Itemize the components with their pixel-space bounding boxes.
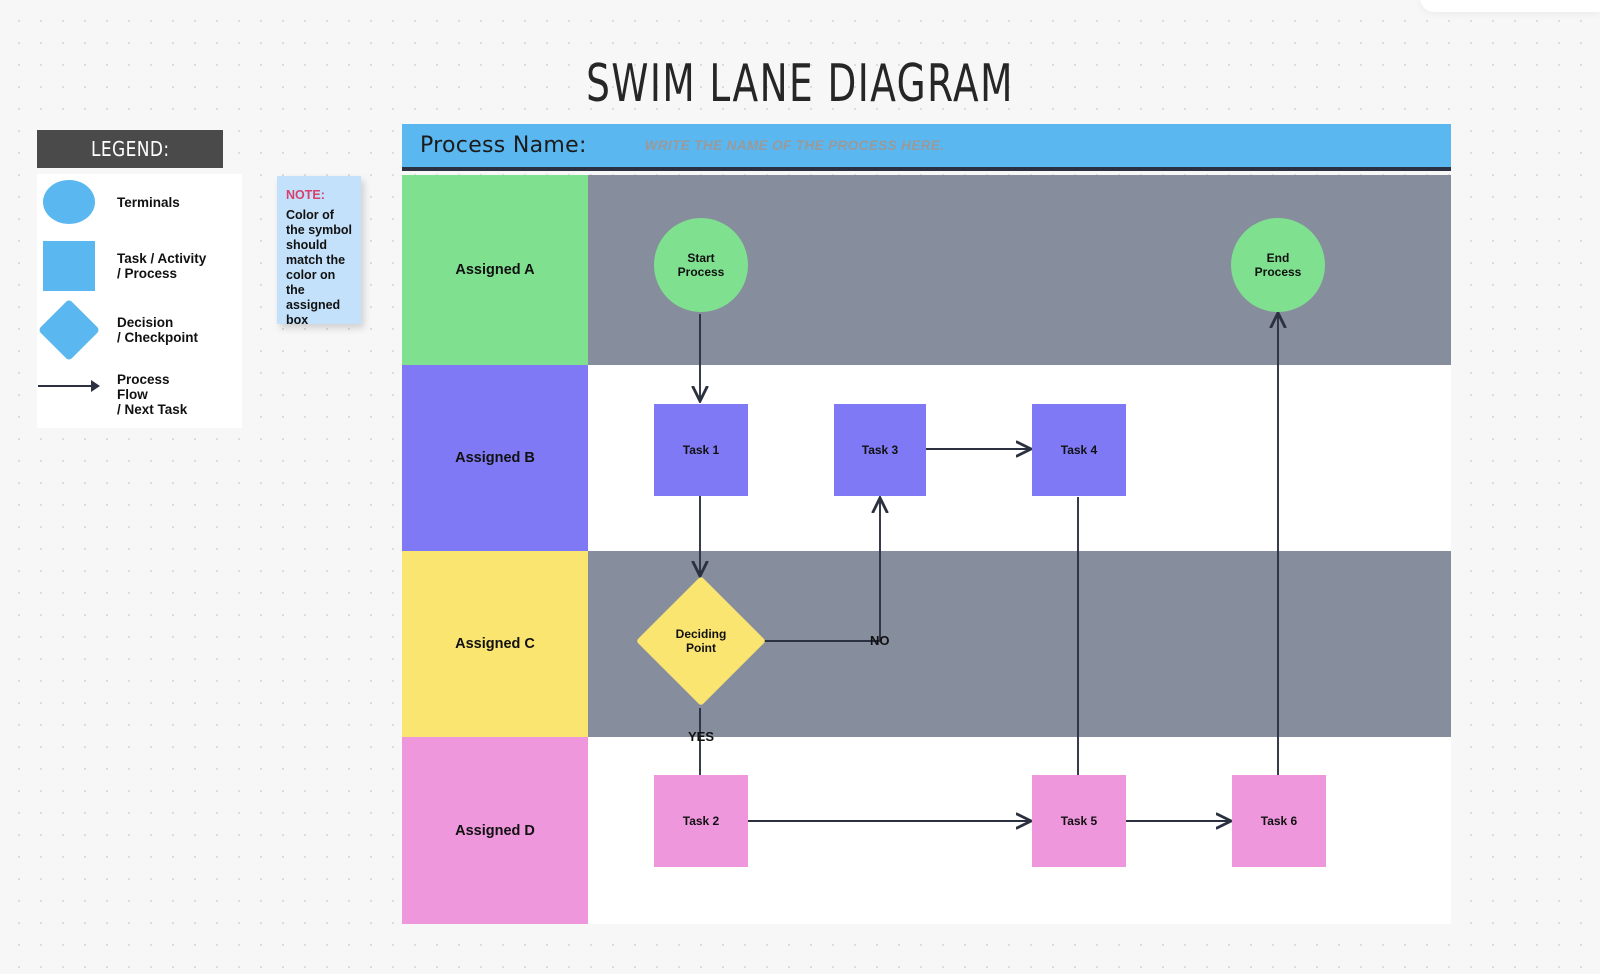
note-title: NOTE: bbox=[286, 188, 325, 202]
node-task-4[interactable]: Task 4 bbox=[1032, 404, 1126, 496]
legend-header: LEGEND: bbox=[37, 130, 223, 168]
node-task-5[interactable]: Task 5 bbox=[1032, 775, 1126, 867]
legend-label-flow-line3: / Next Task bbox=[117, 402, 188, 417]
node-start-process-line1: Start bbox=[687, 251, 715, 265]
node-task-6[interactable]: Task 6 bbox=[1232, 775, 1326, 867]
legend-item-flow: Process Flow / Next Task bbox=[37, 372, 187, 417]
legend-diamond-icon bbox=[37, 298, 101, 362]
node-task-2[interactable]: Task 2 bbox=[654, 775, 748, 867]
swimlane-diagram: Process Name: WRITE THE NAME OF THE PROC… bbox=[402, 124, 1451, 924]
legend-label-flow-line2: Flow bbox=[117, 387, 148, 402]
edge-label-yes: YES bbox=[688, 729, 715, 744]
legend-label-decision-line2: / Checkpoint bbox=[117, 330, 199, 345]
process-name-input[interactable]: WRITE THE NAME OF THE PROCESS HERE. bbox=[645, 138, 945, 153]
node-start-process[interactable]: Start Process bbox=[654, 218, 748, 312]
legend-body: Terminals Task / Activity / Process Deci… bbox=[37, 174, 242, 428]
edge-label-no: NO bbox=[870, 633, 890, 648]
node-end-process-line2: Process bbox=[1254, 265, 1302, 279]
legend-arrow-icon bbox=[37, 372, 101, 392]
note-body: Color of the symbol should match the col… bbox=[286, 208, 352, 327]
node-deciding-point-line2: Point bbox=[685, 641, 716, 655]
note-card: NOTE: Color of the symbol should match t… bbox=[277, 176, 361, 327]
page-title: SWIM LANE DIAGRAM bbox=[586, 54, 1014, 114]
legend-label-decision-line1: Decision bbox=[117, 315, 174, 330]
node-end-process-line1: End bbox=[1266, 251, 1290, 265]
flow-overlay: Start Process End Process Task 1 Task 3 … bbox=[402, 175, 1451, 924]
legend-item-task: Task / Activity / Process bbox=[37, 241, 206, 291]
node-task-3[interactable]: Task 3 bbox=[834, 404, 926, 496]
legend-rect-icon bbox=[37, 241, 101, 291]
legend-item-terminals: Terminals bbox=[37, 180, 180, 224]
legend-label-terminals: Terminals bbox=[117, 194, 180, 210]
legend-circle-icon bbox=[37, 180, 101, 224]
node-end-process[interactable]: End Process bbox=[1231, 218, 1325, 312]
node-deciding-point-line1: Deciding bbox=[675, 627, 727, 641]
node-start-process-line2: Process bbox=[677, 265, 725, 279]
legend-item-decision: Decision / Checkpoint bbox=[37, 298, 199, 362]
legend-label-flow-line1: Process bbox=[117, 372, 170, 387]
node-deciding-point[interactable]: Deciding Point bbox=[635, 575, 767, 707]
legend-label-task-line2: / Process bbox=[117, 266, 178, 281]
process-name-label: Process Name: bbox=[420, 133, 587, 158]
node-task-1[interactable]: Task 1 bbox=[654, 404, 748, 496]
legend-heading-text: LEGEND: bbox=[90, 137, 170, 161]
top-right-panel-edge bbox=[1420, 0, 1600, 12]
process-name-header: Process Name: WRITE THE NAME OF THE PROC… bbox=[402, 124, 1451, 171]
legend-label-task-line1: Task / Activity bbox=[117, 251, 207, 266]
